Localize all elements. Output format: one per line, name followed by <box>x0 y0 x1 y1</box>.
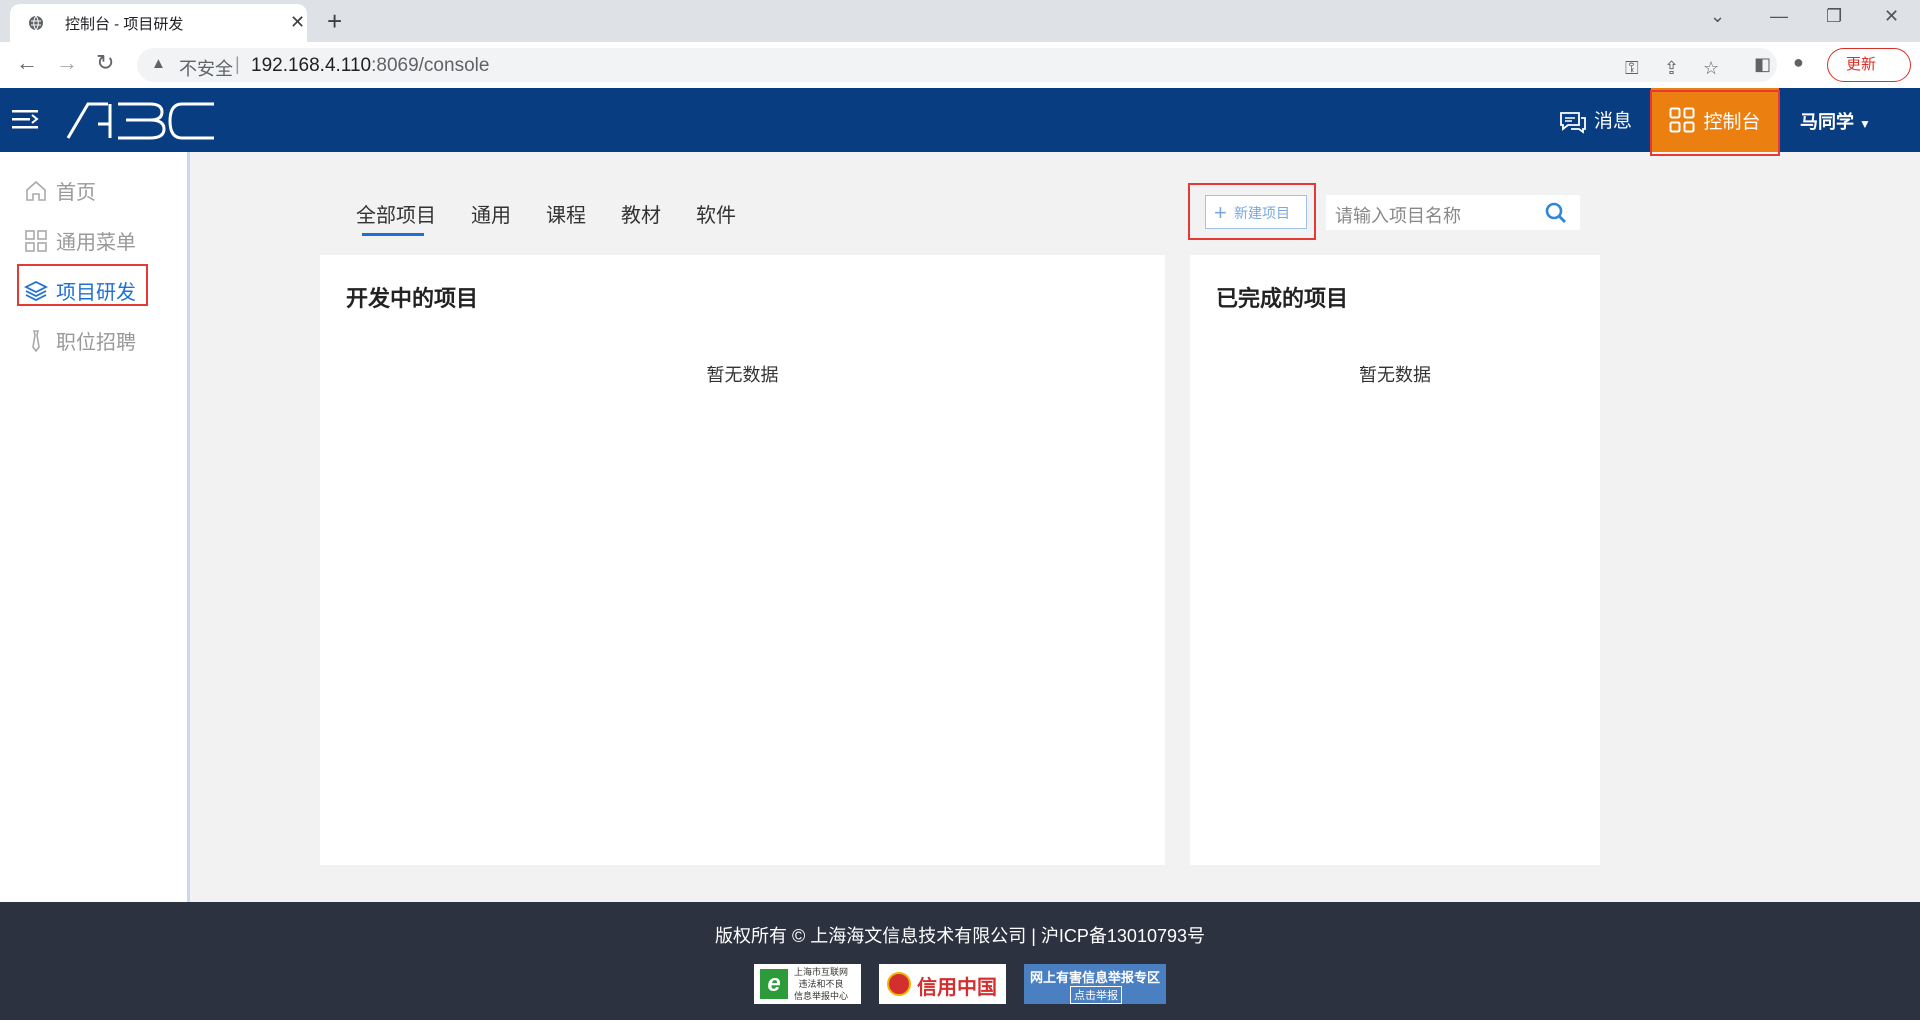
emblem-icon <box>887 972 911 996</box>
completed-panel: 已完成的项目 暂无数据 <box>1190 255 1600 865</box>
panel-title: 已完成的项目 <box>1216 286 1349 311</box>
tab-courses[interactable]: 课程 <box>546 199 586 228</box>
tab-software[interactable]: 软件 <box>696 199 736 228</box>
sidebar-item-jobs[interactable]: 职位招聘 <box>24 326 136 355</box>
divider: | <box>235 54 240 74</box>
tab-search-icon[interactable]: ⌄ <box>1710 6 1725 27</box>
menu-toggle-icon[interactable] <box>12 106 40 132</box>
browser-toolbar: ← → ↻ ▲ 不安全 | 192.168.4.110:8069/console… <box>0 42 1920 89</box>
tab-general[interactable]: 通用 <box>471 199 511 228</box>
in-progress-panel: 开发中的项目 暂无数据 <box>320 255 1165 865</box>
empty-message: 暂无数据 <box>706 365 779 385</box>
active-tab-indicator <box>362 233 424 236</box>
highlight-box <box>17 264 148 306</box>
tie-icon <box>32 329 40 352</box>
share-icon[interactable]: ⇪ <box>1664 58 1679 79</box>
highlight-box <box>1188 183 1316 240</box>
caret-down-icon: ▼ <box>1859 117 1871 131</box>
address-bar[interactable]: ▲ 不安全 | 192.168.4.110:8069/console ⚿ ⇪ ☆ <box>137 48 1777 82</box>
empty-message: 暂无数据 <box>1359 365 1431 385</box>
reload-icon[interactable]: ↻ <box>96 50 114 76</box>
harmful-info-report-badge[interactable]: 网上有害信息举报专区 点击举报 <box>1024 964 1166 1004</box>
search-icon[interactable] <box>1544 201 1568 225</box>
highlight-box <box>1650 90 1780 156</box>
tab-all-projects[interactable]: 全部项目 <box>356 199 436 228</box>
tab-title: 控制台 - 项目研发 <box>65 16 184 33</box>
tab-textbooks[interactable]: 教材 <box>621 199 661 228</box>
profile-icon[interactable]: ● <box>1793 52 1804 73</box>
key-icon[interactable]: ⚿ <box>1625 58 1639 79</box>
home-icon <box>26 180 46 201</box>
url-text[interactable]: 192.168.4.110:8069/console <box>251 55 489 77</box>
chat-icon <box>1560 112 1586 134</box>
report-center-badge[interactable]: e 上海市互联网 违法和不良 信息举报中心 <box>754 964 861 1004</box>
sidebar-item-home[interactable]: 首页 <box>24 176 96 205</box>
sidebar-item-general-menu[interactable]: 通用菜单 <box>24 226 136 255</box>
credit-china-badge[interactable]: 信用中国 <box>879 964 1006 1004</box>
restore-icon[interactable]: ❐ <box>1826 6 1842 27</box>
star-icon[interactable]: ☆ <box>1703 58 1719 79</box>
close-tab-icon[interactable]: ✕ <box>290 12 305 33</box>
minimize-icon[interactable]: — <box>1770 6 1788 27</box>
window-close-icon[interactable]: ✕ <box>1884 6 1899 27</box>
update-button[interactable]: 更新 <box>1827 48 1911 82</box>
search-placeholder: 请输入项目名称 <box>1335 206 1461 226</box>
forward-icon[interactable]: → <box>56 50 78 76</box>
logo[interactable] <box>66 100 216 140</box>
e-logo-icon: e <box>760 969 788 999</box>
insecure-label: 不安全 <box>179 59 233 79</box>
warning-icon: ▲ <box>151 55 166 72</box>
globe-icon <box>29 15 43 31</box>
app-header: 消息 控制台 马同学 ▼ <box>0 88 1920 152</box>
back-icon[interactable]: ← <box>16 50 38 76</box>
search-input[interactable]: 请输入项目名称 <box>1326 195 1580 230</box>
browser-tabbar: 控制台 - 项目研发 ✕ + ⌄ — ❐ ✕ <box>0 0 1920 42</box>
sidepanel-icon[interactable]: ◧ <box>1754 54 1771 75</box>
new-tab-icon[interactable]: + <box>327 6 342 37</box>
grid-icon <box>25 229 47 252</box>
messages-link[interactable]: 消息 <box>1558 106 1632 134</box>
panel-title: 开发中的项目 <box>346 286 479 311</box>
user-menu[interactable]: 马同学 ▼ <box>1800 108 1871 134</box>
copyright-text: 版权所有 © 上海海文信息技术有限公司 | 沪ICP备13010793号 <box>714 926 1206 946</box>
browser-tab[interactable]: 控制台 - 项目研发 ✕ <box>10 4 307 42</box>
footer: 版权所有 © 上海海文信息技术有限公司 | 沪ICP备13010793号 e 上… <box>0 902 1920 1020</box>
